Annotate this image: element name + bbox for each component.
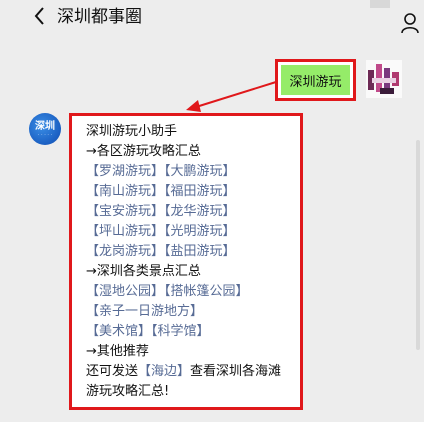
incoming-message-highlight: 深圳游玩小助手 →各区游玩攻略汇总 【罗湖游玩】【大鹏游玩】 【南山游玩】【福田游玩】…: [69, 113, 303, 410]
message-line: 【湿地公园】【搭帐篷公园】: [86, 282, 296, 302]
bot-avatar-text: 深圳: [35, 120, 55, 132]
keyword-link[interactable]: 【南山游玩】: [86, 184, 164, 199]
bot-avatar-subtext: · · · · ·: [37, 131, 53, 138]
keyword-link[interactable]: 【湿地公园】: [86, 284, 164, 299]
message-text: 查看深圳各海滩: [190, 364, 282, 379]
message-text: 还可发送: [86, 364, 139, 379]
message-text: →各区游玩攻略汇总: [86, 144, 201, 159]
message-line: 还可发送【海边】查看深圳各海滩: [86, 362, 296, 382]
message-line: 【亲子一日游地方】: [86, 302, 296, 322]
keyword-link[interactable]: 【搭帐篷公园】: [164, 284, 249, 299]
keyword-link[interactable]: 【罗湖游玩】: [86, 164, 164, 179]
bot-avatar[interactable]: 深圳 · · · · ·: [29, 113, 61, 145]
keyword-link[interactable]: 【盐田游玩】: [164, 244, 236, 259]
incoming-message: 深圳游玩小助手 →各区游玩攻略汇总 【罗湖游玩】【大鹏游玩】 【南山游玩】【福田游玩】…: [86, 122, 296, 402]
message-line: 【南山游玩】【福田游玩】: [86, 182, 296, 202]
keyword-link[interactable]: 【龙岗游玩】: [86, 244, 164, 259]
message-text: →深圳各类景点汇总: [86, 264, 201, 279]
message-line: 游玩攻略汇总!: [86, 382, 296, 402]
message-line: 【美术馆】【科学馆】: [86, 322, 296, 342]
keyword-link[interactable]: 【福田游玩】: [164, 184, 236, 199]
scrollbar[interactable]: [416, 140, 420, 350]
keyword-link[interactable]: 【宝安游玩】: [86, 204, 164, 219]
message-line: 【宝安游玩】【龙华游玩】: [86, 202, 296, 222]
outgoing-message-text: 深圳游玩: [289, 74, 342, 90]
keyword-link[interactable]: 【龙华游玩】: [164, 204, 236, 219]
status-strip: [370, 0, 390, 8]
keyword-link[interactable]: 【科学馆】: [151, 324, 210, 339]
keyword-link[interactable]: 【亲子一日游地方】: [86, 304, 203, 319]
message-line: →深圳各类景点汇总: [86, 262, 296, 282]
message-text: 游玩攻略汇总!: [86, 384, 170, 399]
outgoing-message-highlight: 深圳游玩: [275, 59, 356, 101]
user-avatar[interactable]: [366, 60, 402, 98]
outgoing-message[interactable]: 深圳游玩: [281, 65, 350, 95]
person-icon[interactable]: [400, 12, 420, 34]
top-bar: 深圳都事圈: [0, 0, 424, 38]
message-line: 【龙岗游玩】【盐田游玩】: [86, 242, 296, 262]
message-text: →其他推荐: [86, 344, 149, 359]
keyword-link[interactable]: 【坪山游玩】: [86, 224, 164, 239]
message-line: →各区游玩攻略汇总: [86, 142, 296, 162]
message-text: 深圳游玩小助手: [86, 124, 178, 139]
keyword-link[interactable]: 【美术馆】: [86, 324, 151, 339]
keyword-link[interactable]: 【大鹏游玩】: [164, 164, 236, 179]
keyword-link[interactable]: 【光明游玩】: [164, 224, 236, 239]
page-title: 深圳都事圈: [57, 7, 142, 27]
chevron-left-icon[interactable]: [33, 5, 47, 27]
message-line: →其他推荐: [86, 342, 296, 362]
message-line: 【罗湖游玩】【大鹏游玩】: [86, 162, 296, 182]
message-line: 深圳游玩小助手: [86, 122, 296, 142]
message-line: 【坪山游玩】【光明游玩】: [86, 222, 296, 242]
keyword-link[interactable]: 【海边】: [138, 364, 190, 379]
